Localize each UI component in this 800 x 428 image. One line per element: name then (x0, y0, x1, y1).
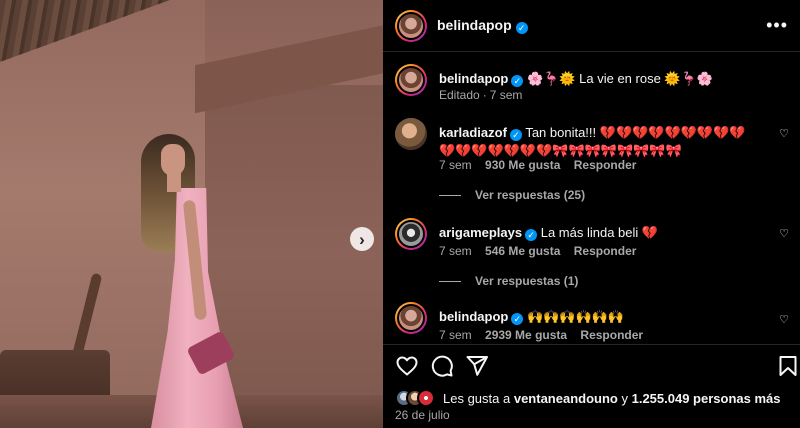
comment-username[interactable]: arigameplays (439, 225, 522, 240)
comment-username[interactable]: belindapop (439, 309, 508, 324)
save-bookmark-icon[interactable] (776, 354, 800, 378)
likes-summary: Les gusta a ventaneandouno y 1.255.049 p… (395, 388, 781, 408)
more-horizontal-icon: ••• (766, 15, 788, 35)
post-header: belindapop ✓ ••• (383, 0, 800, 52)
comment-reply-button[interactable]: Responder (574, 244, 637, 258)
comment-likes[interactable]: 546 Me gusta (485, 244, 560, 258)
likes-count-link[interactable]: 1.255.049 personas más (632, 391, 781, 406)
view-replies-label[interactable]: Ver respuestas (25) (475, 188, 585, 202)
comment-text: La más linda beli 💔 (540, 225, 659, 240)
comment-bubble-icon[interactable] (430, 354, 454, 378)
likes-user-link[interactable]: ventaneandouno (514, 391, 618, 406)
likes-connector: y (621, 390, 628, 406)
comment-avatar[interactable] (395, 218, 427, 250)
comments-list[interactable]: belindapop ✓ 🌸🦩🌞 La vie en rose 🌞🦩🌸 Edita… (383, 52, 800, 344)
next-photo-button[interactable]: › (350, 227, 374, 251)
replies-line (439, 195, 461, 197)
comment-age[interactable]: 7 sem (439, 328, 472, 342)
more-options-button[interactable]: ••• (766, 16, 788, 34)
comment-reply-button[interactable]: Responder (574, 158, 637, 172)
comment-meta: 7 sem 546 Me gusta Responder (439, 244, 646, 258)
verified-badge-icon: ✓ (515, 22, 528, 34)
view-replies-label[interactable]: Ver respuestas (1) (475, 274, 578, 288)
verified-badge-icon: ✓ (511, 313, 524, 325)
post-side-panel: belindapop ✓ ••• belindapop ✓ 🌸🦩🌞 La vie e… (383, 0, 800, 428)
comment-like-heart-icon[interactable]: ♡ (778, 128, 790, 140)
comment-reply-button[interactable]: Responder (580, 328, 643, 342)
author-username-text[interactable]: belindapop (437, 17, 512, 33)
post-date[interactable]: 26 de julio (395, 408, 450, 422)
author-username[interactable]: belindapop ✓ (437, 17, 528, 34)
like-heart-icon[interactable] (395, 354, 419, 378)
caption-content: belindapop ✓ 🌸🦩🌞 La vie en rose 🌞🦩🌸 (439, 70, 779, 88)
comment-meta: 7 sem 930 Me gusta Responder (439, 158, 646, 172)
view-replies-button[interactable]: Ver respuestas (25) (439, 188, 585, 202)
comment-avatar[interactable] (395, 302, 427, 334)
caption-dot: · (482, 88, 487, 102)
likes-prefix: Les gusta a (443, 390, 511, 406)
woman-face (161, 144, 185, 176)
author-avatar[interactable] (395, 10, 427, 42)
share-send-icon[interactable] (465, 354, 489, 378)
comment-text: 🙌🙌🙌🙌🙌🙌 (526, 309, 625, 324)
verified-badge-icon: ✓ (525, 229, 538, 241)
comment-like-heart-icon[interactable]: ♡ (778, 228, 790, 240)
comment-avatar[interactable] (395, 118, 427, 150)
caption-age[interactable]: 7 sem (490, 88, 523, 102)
verified-badge-icon: ✓ (511, 75, 524, 87)
verified-badge-icon: ✓ (509, 129, 522, 141)
comment-content: arigameplays ✓ La más linda beli 💔 (439, 224, 779, 242)
comment-username[interactable]: karladiazof (439, 125, 507, 140)
caption-meta: Editado · 7 sem (439, 88, 532, 102)
comment-age[interactable]: 7 sem (439, 244, 472, 258)
view-replies-button[interactable]: Ver respuestas (1) (439, 274, 578, 288)
comment-content: belindapop ✓ 🙌🙌🙌🙌🙌🙌 (439, 308, 779, 326)
comment-content: karladiazof ✓ Tan bonita!!! 💔💔💔💔💔💔💔💔💔💔💔💔💔… (439, 124, 759, 160)
replies-line (439, 281, 461, 283)
caption-username[interactable]: belindapop (439, 71, 508, 86)
comment-likes[interactable]: 2939 Me gusta (485, 328, 567, 342)
comment-meta: 7 sem 2939 Me gusta Responder (439, 328, 653, 342)
liker-avatar (417, 389, 435, 407)
caption-text: 🌸🦩🌞 La vie en rose 🌞🦩🌸 (526, 71, 713, 86)
post-actions-bar (383, 344, 800, 384)
comment-likes[interactable]: 930 Me gusta (485, 158, 560, 172)
photo-woman (133, 130, 263, 428)
caption-edited-label: Editado (439, 88, 480, 102)
comment-like-heart-icon[interactable]: ♡ (778, 314, 790, 326)
caption-avatar[interactable] (395, 64, 427, 96)
comment-age[interactable]: 7 sem (439, 158, 472, 172)
liker-avatars[interactable] (395, 389, 437, 407)
chevron-right-icon: › (359, 229, 365, 249)
post-photo[interactable]: › (0, 0, 383, 428)
